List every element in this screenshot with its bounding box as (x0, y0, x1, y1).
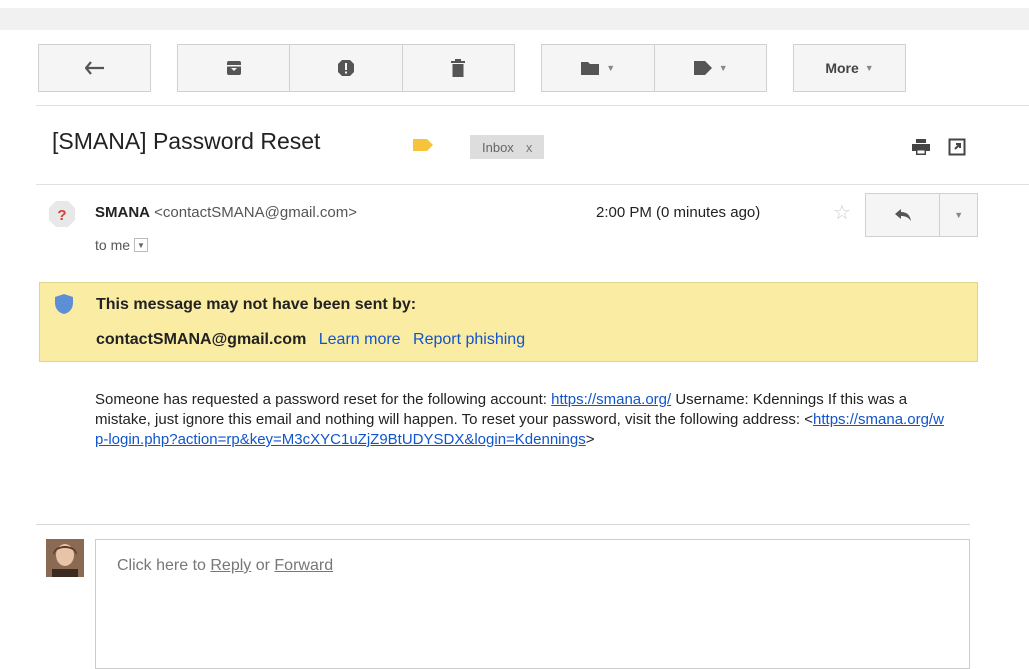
user-avatar (46, 539, 84, 577)
reply-or: or (251, 557, 275, 574)
body-text: > (585, 431, 595, 448)
delete-button[interactable] (401, 45, 514, 91)
new-window-icon[interactable] (948, 138, 966, 156)
message-time: 2:00 PM (0 minutes ago) (596, 204, 761, 221)
reply-prompt: Click here to Reply or Forward (117, 557, 333, 575)
reply-prefix: Click here to (117, 557, 211, 574)
recipient-line: to me ▼ (95, 237, 149, 253)
archive-icon (226, 61, 241, 75)
remove-label-button[interactable]: x (526, 140, 533, 155)
svg-text:?: ? (57, 207, 66, 224)
top-band (0, 8, 1029, 30)
body-text: Someone has requested a password reset f… (95, 391, 552, 408)
action-button-group (177, 44, 515, 92)
move-to-button[interactable]: ▼ (542, 45, 654, 91)
unknown-sender-icon: ? (49, 201, 75, 227)
sender-email: <contactSMANA@gmail.com> (154, 204, 357, 221)
show-details-button[interactable]: ▼ (134, 238, 149, 252)
warning-headline: This message may not have been sent by: (96, 296, 417, 313)
reply-link[interactable]: Reply (210, 557, 251, 574)
more-label: More (825, 60, 859, 76)
star-icon[interactable]: ☆ (833, 200, 851, 225)
warning-detail: contactSMANA@gmail.com Learn more Report… (96, 331, 525, 349)
labels-button[interactable]: ▼ (653, 45, 766, 91)
warning-email: contactSMANA@gmail.com (96, 331, 307, 348)
divider (36, 184, 1029, 185)
inbox-label-chip[interactable]: Inbox x (470, 135, 545, 159)
chevron-down-icon: ▼ (954, 210, 964, 220)
reply-button-group: ▼ (865, 193, 978, 237)
learn-more-link[interactable]: Learn more (319, 331, 401, 348)
sender-info: SMANA <contactSMANA@gmail.com> (95, 204, 357, 221)
forward-link[interactable]: Forward (274, 557, 333, 574)
chevron-down-icon: ▼ (606, 63, 616, 73)
recipient-label: to me (95, 237, 131, 253)
reply-box[interactable]: Click here to Reply or Forward (95, 539, 970, 669)
report-spam-button[interactable] (289, 45, 402, 91)
email-subject: [SMANA] Password Reset (52, 128, 321, 154)
inbox-label: Inbox (482, 139, 514, 155)
move-to-icon (581, 62, 600, 75)
back-button[interactable] (38, 44, 151, 92)
more-actions-button[interactable]: ▼ (939, 194, 977, 236)
labels-icon (693, 61, 712, 75)
reply-button[interactable] (866, 194, 940, 236)
message-body: Someone has requested a password reset f… (95, 390, 945, 450)
delete-icon (451, 59, 466, 77)
archive-button[interactable] (178, 45, 290, 91)
report-spam-icon (337, 60, 354, 76)
divider (36, 105, 1029, 106)
sender-name: SMANA (95, 204, 150, 221)
shield-icon (55, 294, 73, 314)
importance-marker-icon[interactable] (412, 138, 434, 152)
print-icon[interactable] (911, 138, 931, 156)
reply-icon (894, 209, 911, 221)
report-phishing-link[interactable]: Report phishing (413, 331, 525, 348)
folder-label-group: ▼ ▼ (541, 44, 767, 92)
chevron-down-icon: ▼ (718, 63, 728, 73)
more-button[interactable]: More ▼ (793, 44, 906, 92)
back-icon (84, 61, 104, 75)
divider (36, 524, 970, 525)
chevron-down-icon: ▼ (864, 63, 874, 73)
account-link[interactable]: https://smana.org/ (551, 391, 671, 408)
phishing-warning-banner: This message may not have been sent by: … (39, 282, 978, 362)
